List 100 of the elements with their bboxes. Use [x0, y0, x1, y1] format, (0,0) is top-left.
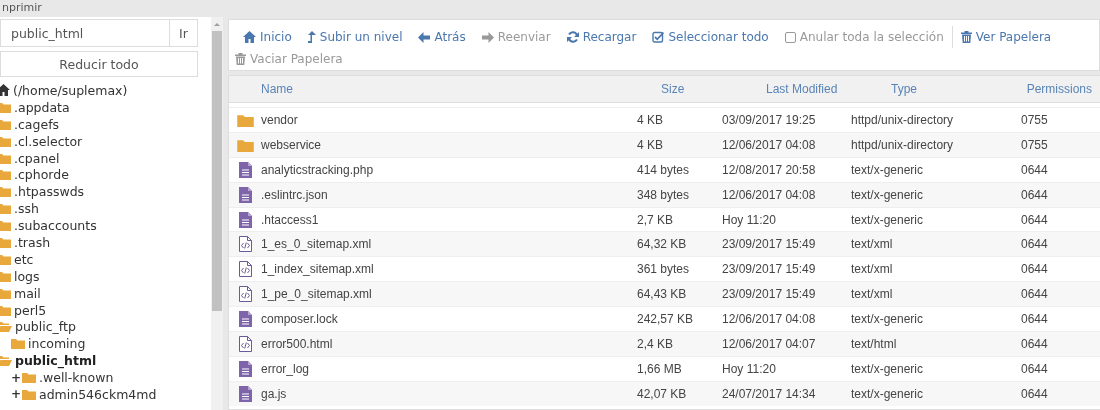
column-header[interactable]: Name: [261, 76, 637, 103]
file-type: text/x-generic: [851, 157, 1016, 183]
modified-date: 12/08/2017 20:58: [719, 157, 851, 183]
tree-item[interactable]: mail: [0, 284, 211, 302]
folder-icon: [0, 169, 11, 181]
toolbar-button[interactable]: Subir un nivel: [299, 26, 411, 48]
file-name: error_log: [261, 356, 637, 382]
file-name: error500.html: [261, 331, 637, 357]
tree-item[interactable]: .htpasswds: [0, 183, 211, 201]
tree-item[interactable]: .subaccounts: [0, 217, 211, 234]
folder-icon: [0, 101, 11, 113]
modified-date: 23/09/2017 15:49: [719, 256, 851, 282]
column-header[interactable]: Last Modified: [719, 76, 851, 103]
tree-item[interactable]: + .well-known: [11, 369, 211, 387]
file-type: text/xml: [851, 256, 1016, 282]
code-file-icon: [238, 261, 252, 278]
file-size: 361 bytes: [637, 256, 719, 282]
toolbar-button[interactable]: Recargar: [558, 26, 645, 48]
file-size: 348 bytes: [637, 182, 719, 208]
tree-item[interactable]: etc: [0, 250, 211, 268]
folder-icon: [11, 338, 25, 350]
column-header[interactable]: Size: [637, 76, 719, 103]
toolbar-button[interactable]: Ver Papelera: [951, 26, 1060, 48]
column-header[interactable]: Permissions: [1016, 76, 1100, 103]
toolbar-button[interactable]: Inicio: [235, 26, 300, 48]
open-folder-icon: [0, 355, 12, 367]
tree-item[interactable]: (/home/suplemax): [0, 82, 211, 99]
file-type: text/xml: [851, 231, 1016, 257]
permissions: 0644: [1016, 207, 1100, 232]
tree-item[interactable]: .cphorde: [0, 166, 211, 184]
refresh-icon: [566, 31, 579, 43]
tree-item[interactable]: public_ftp: [0, 318, 211, 336]
code-file-icon: [238, 286, 252, 303]
modified-date: 23/09/2017 15:49: [719, 231, 851, 257]
tree-item[interactable]: .trash: [0, 234, 211, 251]
modified-date: Hoy 11:20: [719, 207, 851, 232]
permissions: 0644: [1016, 306, 1100, 332]
tree-item[interactable]: logs: [0, 267, 211, 285]
permissions: 0644: [1016, 381, 1100, 406]
file-size: 4 KB: [637, 132, 719, 158]
open-folder-icon: [0, 321, 12, 333]
file-name: analyticstracking.php: [261, 157, 637, 183]
collapse-all-button[interactable]: Reducir todo: [0, 51, 198, 77]
left-arrow-icon: [418, 31, 431, 43]
up-arrow-icon: [307, 31, 316, 43]
file-name: 1_es_0_sitemap.xml: [261, 231, 637, 257]
file-type: text/xml: [851, 281, 1016, 307]
permissions: 0644: [1016, 281, 1100, 307]
permissions: 0644: [1016, 231, 1100, 257]
right-arrow-icon: [481, 31, 494, 43]
scrollbar[interactable]: [211, 17, 223, 410]
tree-item[interactable]: + admin546ckm4md: [11, 386, 211, 403]
menu-label[interactable]: nprimir: [0, 0, 42, 16]
trash-icon: [960, 31, 972, 43]
path-field[interactable]: public_html Ir: [0, 19, 198, 47]
expand-toggle[interactable]: +: [11, 370, 19, 385]
checkbox-icon: [652, 31, 665, 43]
file-type: text/x-generic: [851, 381, 1016, 406]
modified-date: 12/06/2017 04:08: [719, 132, 851, 158]
file-type: text/x-generic: [851, 356, 1016, 382]
tree-item[interactable]: .appdata: [0, 98, 211, 116]
modified-date: 12/06/2017 04:08: [719, 306, 851, 332]
permissions: 0644: [1016, 182, 1100, 208]
file-size: 1,66 MB: [637, 356, 719, 382]
permissions: 0644: [1016, 356, 1100, 382]
permissions: 0644: [1016, 256, 1100, 282]
home-icon: [0, 84, 10, 97]
folder-icon: [0, 220, 11, 232]
tree-item[interactable]: incoming: [11, 335, 211, 353]
folder-icon: [0, 118, 11, 130]
file-size: 4 KB: [637, 107, 719, 133]
folder-icon: [0, 253, 11, 265]
permissions: 0644: [1016, 331, 1100, 357]
modified-date: Hoy 11:20: [719, 356, 851, 382]
column-header[interactable]: Type: [851, 76, 1016, 103]
tree-item[interactable]: .ssh: [0, 200, 211, 218]
tree-item[interactable]: public_html: [0, 352, 211, 370]
folder-icon: [0, 135, 11, 147]
file-name: composer.lock: [261, 306, 637, 332]
tree-item[interactable]: .cpanel: [0, 149, 211, 167]
modified-date: 12/06/2017 04:08: [719, 182, 851, 208]
folder-icon: [22, 372, 36, 384]
file-name: 1_pe_0_sitemap.xml: [261, 281, 637, 307]
modified-date: 12/06/2017 04:07: [719, 331, 851, 357]
toolbar-button[interactable]: Seleccionar todo: [644, 26, 777, 48]
file-name: ga.js: [261, 381, 637, 406]
folder-icon: [22, 388, 36, 400]
folder-icon: [236, 139, 254, 152]
tree-item[interactable]: perl5: [0, 301, 211, 319]
file-name: webservice: [261, 132, 637, 158]
toolbar-button[interactable]: Atrás: [410, 26, 474, 48]
file-size: 64,32 KB: [637, 231, 719, 257]
expand-toggle[interactable]: +: [11, 387, 19, 402]
permissions: 0644: [1016, 157, 1100, 183]
file-size: 64,43 KB: [637, 281, 719, 307]
empty-checkbox-icon: [784, 31, 796, 43]
tree-item[interactable]: .cl.selector: [0, 132, 211, 150]
document-icon: [238, 360, 252, 377]
tree-item[interactable]: .cagefs: [0, 115, 211, 133]
trash-icon: [235, 53, 246, 65]
